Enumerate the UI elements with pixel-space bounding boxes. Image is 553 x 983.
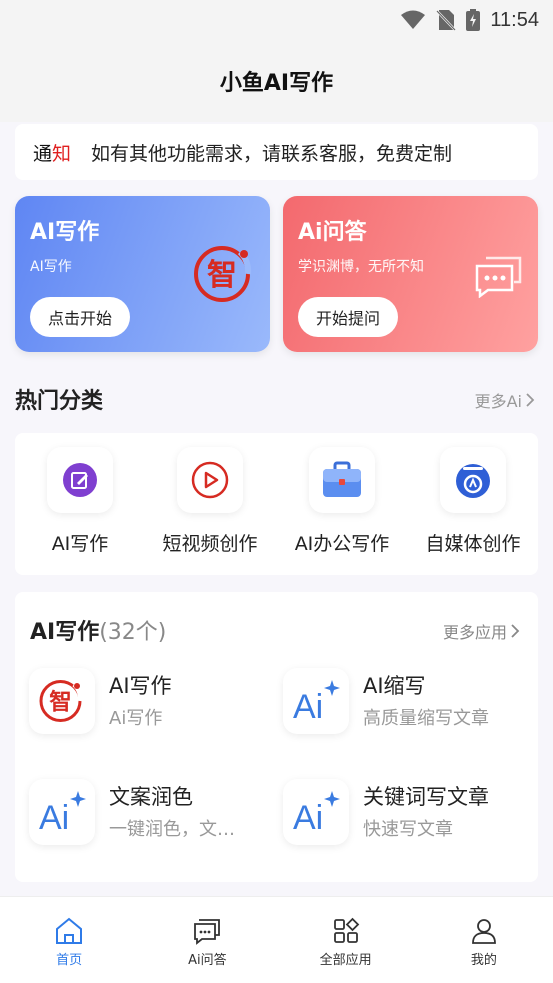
- more-ai-link[interactable]: 更多Ai: [475, 388, 535, 412]
- category-label: 短视频创作: [162, 533, 258, 555]
- category-label: AI办公写作: [294, 533, 390, 555]
- chevron-right-icon: [511, 624, 520, 638]
- more-apps-label: 更多应用: [442, 623, 507, 642]
- status-bar: 11:54: [0, 0, 553, 40]
- category-office-writing[interactable]: AI办公写作: [277, 447, 407, 556]
- briefcase-icon: [309, 447, 375, 513]
- category-ai-writing[interactable]: AI写作: [15, 447, 145, 556]
- category-label: 自媒体创作: [425, 533, 521, 555]
- svg-text:智: 智: [207, 258, 237, 293]
- app-name: AI写作: [109, 674, 172, 698]
- card-title: AI写作: [30, 220, 100, 245]
- no-sim-icon: [436, 10, 457, 31]
- start-asking-button[interactable]: 开始提问: [298, 297, 399, 337]
- edit-note-icon: [47, 447, 113, 513]
- card-title: Ai问答: [298, 220, 367, 245]
- app-copy-polish[interactable]: Ai 文案润色 一键润色，文…: [15, 779, 255, 849]
- ai-sparkle-icon: Ai: [283, 668, 349, 734]
- app-desc: 快速写文章: [363, 819, 453, 840]
- card-subtitle: AI写作: [30, 259, 72, 275]
- tab-label: 我的: [470, 953, 497, 968]
- svg-text:Ai: Ai: [39, 799, 69, 835]
- card-subtitle: 学识渊博，无所不知: [298, 259, 424, 275]
- app-name: AI缩写: [363, 674, 426, 698]
- grid-apps-icon: [333, 917, 359, 943]
- app-header: 小鱼AI写作: [0, 40, 553, 122]
- svg-text:Ai: Ai: [293, 688, 323, 724]
- more-ai-label: 更多Ai: [474, 392, 522, 411]
- apps-count: (32个): [99, 620, 167, 645]
- ai-qa-card[interactable]: Ai问答 学识渊博，无所不知 开始提问: [283, 196, 538, 352]
- notice-bar[interactable]: 通 知 如有其他功能需求，请联系客服，免费定制: [15, 124, 538, 180]
- chevron-right-icon: [526, 393, 535, 407]
- app-desc: Ai写作: [109, 708, 163, 729]
- hot-categories-panel: AI写作 短视频创作 AI办公写作 自媒体创作: [15, 433, 538, 575]
- ai-sparkle-icon: Ai: [29, 779, 95, 845]
- apps-section-title: AI写作(32个): [30, 614, 166, 646]
- svg-text:智: 智: [49, 688, 72, 715]
- status-time: 11:54: [490, 8, 539, 31]
- category-short-video[interactable]: 短视频创作: [145, 447, 275, 556]
- hot-categories-title: 热门分类: [15, 389, 104, 414]
- ai-writing-apps-panel: AI写作(32个) 更多应用 智 AI写作 Ai写作 Ai AI缩写 高质量缩写…: [15, 592, 538, 882]
- app-keyword-article[interactable]: Ai 关键词写文章 快速写文章: [269, 779, 509, 849]
- tab-ai-qa[interactable]: Ai问答: [138, 897, 276, 983]
- battery-charging-icon: [466, 9, 481, 31]
- app-ai-abbreviate[interactable]: Ai AI缩写 高质量缩写文章: [269, 668, 509, 738]
- home-icon: [56, 917, 83, 944]
- notice-tag-part1: 通: [33, 142, 53, 165]
- apps-title-text: AI写作: [30, 620, 100, 645]
- tab-home[interactable]: 首页: [0, 897, 138, 983]
- media-badge-icon: [440, 447, 506, 513]
- app-desc: 高质量缩写文章: [363, 708, 489, 729]
- chat-icon: [194, 919, 221, 945]
- page-title: 小鱼AI写作: [219, 71, 334, 96]
- notice-tag-part2: 知: [52, 142, 72, 165]
- play-icon: [177, 447, 243, 513]
- category-self-media[interactable]: 自媒体创作: [408, 447, 538, 556]
- tab-label: 首页: [56, 953, 83, 968]
- svg-text:Ai: Ai: [293, 799, 323, 835]
- tab-label: 全部应用: [319, 953, 372, 968]
- app-ai-writing[interactable]: 智 AI写作 Ai写作: [15, 668, 255, 738]
- tab-label: Ai问答: [188, 953, 227, 968]
- ai-writing-card[interactable]: AI写作 AI写作 点击开始 智: [15, 196, 270, 352]
- app-name: 文案润色: [109, 785, 193, 809]
- tab-me[interactable]: 我的: [415, 897, 553, 983]
- zhi-logo-icon: 智: [29, 668, 95, 734]
- wifi-icon: [401, 10, 426, 29]
- zhi-logo-icon: 智: [192, 242, 256, 310]
- notice-message: 如有其他功能需求，请联系客服，免费定制: [91, 142, 453, 165]
- bottom-tab-bar: 首页 Ai问答 全部应用 我的: [0, 896, 553, 983]
- more-apps-link[interactable]: 更多应用: [443, 619, 520, 643]
- tab-all-apps[interactable]: 全部应用: [277, 897, 415, 983]
- app-name: 关键词写文章: [363, 785, 489, 809]
- chat-bubbles-icon: [474, 254, 524, 302]
- ai-sparkle-icon: Ai: [283, 779, 349, 845]
- user-icon: [471, 919, 496, 944]
- start-writing-button[interactable]: 点击开始: [30, 297, 131, 337]
- app-desc: 一键润色，文…: [109, 819, 235, 840]
- category-label: AI写作: [51, 533, 109, 555]
